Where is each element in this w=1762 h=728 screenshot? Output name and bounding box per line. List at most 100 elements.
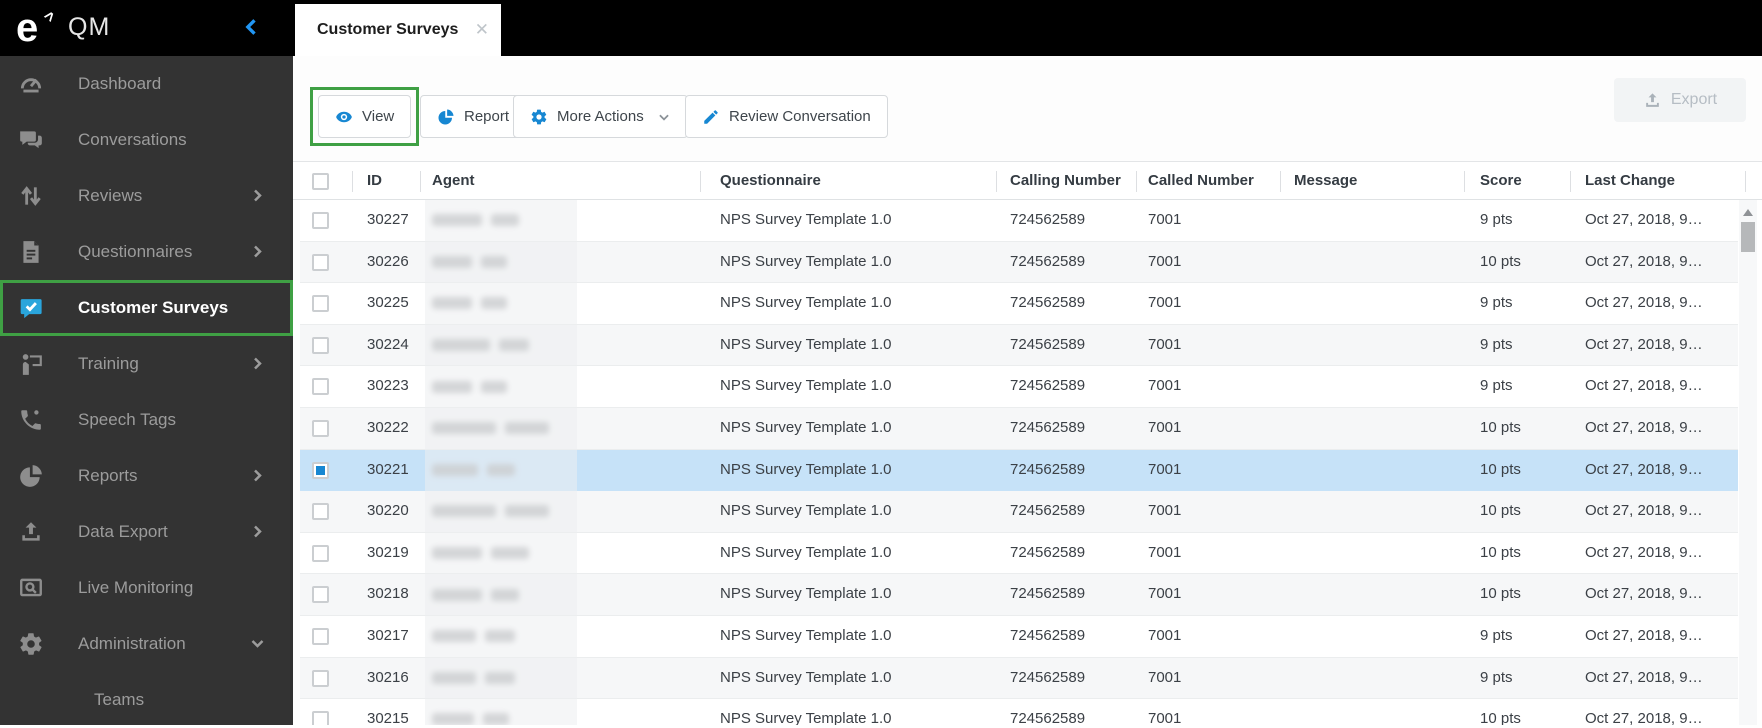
cell-questionnaire: NPS Survey Template 1.0 — [720, 585, 892, 603]
column-divider — [420, 171, 421, 192]
row-checkbox[interactable] — [312, 503, 329, 521]
cell-questionnaire: NPS Survey Template 1.0 — [720, 252, 892, 270]
table-row[interactable]: 30218 NPS Survey Template 1.0 724562589 … — [300, 574, 1738, 616]
table-row[interactable]: 30222 NPS Survey Template 1.0 724562589 … — [300, 407, 1738, 450]
sidebar-item-conversations[interactable]: Conversations — [0, 112, 293, 168]
cell-last-change: Oct 27, 2018, 9… — [1585, 335, 1703, 353]
conversations-icon — [18, 127, 44, 153]
column-divider — [996, 171, 997, 192]
column-header-agent[interactable]: Agent — [432, 162, 475, 200]
tab-close-icon[interactable]: ✕ — [475, 20, 489, 40]
sidebar-item-label: Customer Surveys — [78, 298, 229, 317]
cell-last-change: Oct 27, 2018, 9… — [1585, 460, 1703, 478]
sidebar-item-administration[interactable]: Administration — [0, 616, 293, 672]
vertical-scrollbar[interactable] — [1739, 200, 1757, 725]
column-header-last-change[interactable]: Last Change — [1585, 162, 1675, 200]
cell-score: 9 pts — [1480, 335, 1513, 353]
table-row[interactable]: 30225 NPS Survey Template 1.0 724562589 … — [300, 283, 1738, 325]
cell-score: 9 pts — [1480, 211, 1513, 228]
table-row[interactable]: 30219 NPS Survey Template 1.0 724562589 … — [300, 532, 1738, 575]
row-checkbox[interactable] — [312, 669, 329, 687]
column-header-questionnaire[interactable]: Questionnaire — [720, 162, 821, 200]
cell-agent-redacted — [432, 283, 507, 324]
cell-questionnaire: NPS Survey Template 1.0 — [720, 460, 892, 478]
cell-agent-redacted — [432, 408, 549, 449]
table-header: ID Agent Questionnaire Calling Number Ca… — [293, 161, 1762, 200]
row-checkbox[interactable] — [312, 586, 329, 604]
table-row[interactable]: 30215 NPS Survey Template 1.0 724562589 … — [300, 699, 1738, 725]
column-header-calling-number[interactable]: Calling Number — [1010, 162, 1121, 200]
report-button[interactable]: Report — [420, 95, 527, 138]
cell-id: 30215 — [367, 710, 409, 725]
sidebar-item-data-export[interactable]: Data Export — [0, 504, 293, 560]
cell-id: 30224 — [367, 335, 409, 353]
export-button[interactable]: Export — [1614, 78, 1746, 122]
eye-icon — [335, 108, 353, 126]
column-header-score[interactable]: Score — [1480, 162, 1522, 200]
row-checkbox[interactable] — [312, 378, 329, 396]
cell-agent-redacted — [432, 699, 509, 725]
cell-called-number: 7001 — [1148, 460, 1182, 478]
select-all-checkbox[interactable] — [312, 173, 329, 190]
cell-questionnaire: NPS Survey Template 1.0 — [720, 502, 892, 520]
table-row[interactable]: 30224 NPS Survey Template 1.0 724562589 … — [300, 324, 1738, 367]
sidebar-item-reviews[interactable]: Reviews — [0, 168, 293, 224]
sidebar-item-label: Administration — [78, 634, 186, 653]
cell-calling-number: 724562589 — [1010, 211, 1086, 228]
table-row[interactable]: 30227 NPS Survey Template 1.0 724562589 … — [300, 200, 1738, 242]
scroll-up-arrow-icon[interactable] — [1743, 209, 1753, 216]
administration-icon — [18, 631, 44, 657]
tab-customer-surveys[interactable]: Customer Surveys ✕ — [295, 4, 501, 56]
view-button-annotation: View — [310, 87, 420, 146]
column-header-id[interactable]: ID — [367, 162, 382, 200]
sidebar-item-dashboard[interactable]: Dashboard — [0, 56, 293, 112]
data-export-icon — [18, 519, 44, 545]
row-checkbox[interactable] — [312, 419, 329, 437]
more-actions-button[interactable]: More Actions — [513, 95, 688, 138]
chevron-right-icon — [250, 524, 266, 540]
column-header-message[interactable]: Message — [1294, 162, 1357, 200]
sidebar-item-training[interactable]: Training — [0, 336, 293, 392]
sidebar-item-speech-tags[interactable]: Speech Tags — [0, 392, 293, 448]
table-row[interactable]: 30221 NPS Survey Template 1.0 724562589 … — [300, 449, 1738, 492]
row-checkbox[interactable] — [312, 544, 329, 562]
sidebar-item-label: Live Monitoring — [78, 578, 194, 597]
row-checkbox[interactable] — [312, 461, 329, 479]
chevron-down-icon — [657, 110, 671, 124]
cell-called-number: 7001 — [1148, 294, 1182, 312]
chevron-right-icon — [250, 188, 266, 204]
sidebar-item-live-monitoring[interactable]: Live Monitoring — [0, 560, 293, 616]
row-checkbox[interactable] — [312, 212, 329, 229]
report-button-label: Report — [464, 108, 510, 125]
table-row[interactable]: 30220 NPS Survey Template 1.0 724562589 … — [300, 491, 1738, 533]
table-row[interactable]: 30216 NPS Survey Template 1.0 724562589 … — [300, 657, 1738, 700]
row-checkbox[interactable] — [312, 336, 329, 354]
row-checkbox[interactable] — [312, 253, 329, 271]
sidebar-collapse-icon[interactable] — [242, 17, 262, 37]
table-row[interactable]: 30226 NPS Survey Template 1.0 724562589 … — [300, 241, 1738, 284]
column-header-called-number[interactable]: Called Number — [1148, 162, 1254, 200]
cell-score: 9 pts — [1480, 377, 1513, 395]
review-conversation-button[interactable]: Review Conversation — [685, 95, 888, 138]
cell-score: 10 pts — [1480, 252, 1521, 270]
main-content: View Report More Actions Review Conversa… — [293, 56, 1762, 725]
row-checkbox[interactable] — [312, 627, 329, 645]
cell-last-change: Oct 27, 2018, 9… — [1585, 626, 1703, 644]
brand-logo: e > — [16, 6, 64, 50]
cell-calling-number: 724562589 — [1010, 252, 1086, 270]
sidebar-item-reports[interactable]: Reports — [0, 448, 293, 504]
row-checkbox[interactable] — [312, 711, 329, 725]
row-checkbox[interactable] — [312, 295, 329, 313]
cell-called-number: 7001 — [1148, 585, 1182, 603]
scrollbar-thumb[interactable] — [1741, 222, 1755, 252]
column-divider — [1136, 171, 1137, 192]
sidebar-item-customer-surveys[interactable]: Customer Surveys — [0, 280, 293, 336]
table-row[interactable]: 30223 NPS Survey Template 1.0 724562589 … — [300, 366, 1738, 408]
view-button[interactable]: View — [318, 95, 412, 138]
cell-score: 9 pts — [1480, 626, 1513, 644]
sidebar-item-teams[interactable]: Teams — [0, 672, 293, 728]
cell-questionnaire: NPS Survey Template 1.0 — [720, 377, 892, 395]
sidebar-item-questionnaires[interactable]: Questionnaires — [0, 224, 293, 280]
table-row[interactable]: 30217 NPS Survey Template 1.0 724562589 … — [300, 615, 1738, 658]
cell-last-change: Oct 27, 2018, 9… — [1585, 418, 1703, 436]
